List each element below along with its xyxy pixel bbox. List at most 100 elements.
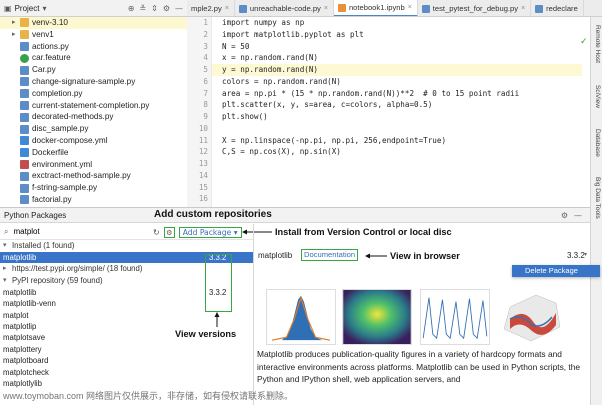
tree-item[interactable]: Dockerfile bbox=[0, 147, 187, 159]
locate-icon[interactable]: ⊕ bbox=[128, 4, 135, 13]
inspection-ok-icon[interactable]: ✓ bbox=[580, 37, 588, 47]
package-detail-version[interactable]: 3.3.2 bbox=[567, 251, 585, 260]
chevron-right-icon[interactable]: ▸ bbox=[12, 17, 20, 29]
file-icon bbox=[421, 4, 430, 13]
project-title[interactable]: Project bbox=[15, 4, 40, 13]
chevron-down-icon[interactable]: ▾ bbox=[3, 275, 12, 287]
annotation-arrow-install bbox=[242, 229, 272, 235]
gear-icon[interactable]: ⚙ bbox=[163, 4, 170, 13]
tree-item[interactable]: exctract-method-sample.py bbox=[0, 170, 187, 182]
editor-tab[interactable]: redeclare bbox=[531, 0, 584, 16]
tree-item[interactable]: environment.yml bbox=[0, 159, 187, 171]
code-line[interactable]: 14 bbox=[199, 170, 582, 182]
close-icon[interactable]: × bbox=[324, 0, 328, 16]
editor-tab[interactable]: notebook1.ipynb × bbox=[333, 0, 418, 16]
package-group-header[interactable]: ▾ Installed (1 found) bbox=[0, 240, 253, 252]
tree-item[interactable]: factorial.py bbox=[0, 194, 187, 206]
tree-item[interactable]: actions.py bbox=[0, 41, 187, 53]
tree-item[interactable]: ▸ venv1 bbox=[0, 29, 187, 41]
tree-item[interactable]: change-signature-sample.py bbox=[0, 76, 187, 88]
package-row[interactable]: matplottery bbox=[0, 344, 253, 355]
tree-item[interactable]: current-statement-completion.py bbox=[0, 100, 187, 112]
manage-repositories-gear-icon[interactable]: ⚙ bbox=[163, 227, 175, 238]
file-icon bbox=[20, 183, 29, 193]
editor-tab[interactable]: test_pytest_for_debug.py × bbox=[418, 0, 532, 16]
tree-item-label: Car.py bbox=[32, 65, 56, 75]
code-line[interactable]: 1 import numpy as np bbox=[203, 17, 582, 29]
chevron-down-icon[interactable]: ▾ bbox=[584, 251, 587, 258]
package-search-input[interactable] bbox=[13, 227, 134, 236]
tree-item[interactable]: decorated-methods.py bbox=[0, 111, 187, 123]
chevron-down-icon[interactable]: ▾ bbox=[3, 240, 12, 252]
gear-icon[interactable]: ⚙ bbox=[561, 211, 568, 220]
refresh-icon[interactable]: ↻ bbox=[153, 228, 160, 237]
line-number: 11 bbox=[198, 135, 208, 145]
tree-item-label: completion.py bbox=[32, 88, 83, 98]
code-line[interactable]: 4 x = np.random.rand(N) bbox=[203, 52, 582, 64]
chevron-right-icon[interactable]: ▸ bbox=[3, 263, 12, 275]
code-line[interactable]: 8 plt.scatter(x, y, s=area, c=colors, alp… bbox=[203, 99, 582, 111]
tab-label: mple2.py bbox=[191, 4, 222, 13]
tree-item[interactable]: f-string-sample.py bbox=[0, 182, 187, 194]
tool-window-button[interactable]: Database bbox=[594, 129, 601, 157]
tree-item[interactable]: disc_sample.py bbox=[0, 123, 187, 135]
chevron-down-icon[interactable]: ▾ bbox=[42, 4, 46, 13]
code-line[interactable]: 3 N = 50 bbox=[203, 41, 582, 53]
code-line[interactable]: 10 bbox=[199, 123, 582, 135]
line-number: 8 bbox=[203, 100, 208, 110]
code-line[interactable]: 16 bbox=[199, 193, 582, 205]
tree-item[interactable]: docker-compose.yml bbox=[0, 135, 187, 147]
package-row[interactable]: matplotcheck bbox=[0, 367, 253, 378]
expand-all-icon[interactable]: ≚ bbox=[139, 4, 146, 13]
code-line[interactable]: 9 plt.show() bbox=[203, 111, 582, 123]
package-group-label: Installed (1 found) bbox=[12, 241, 75, 250]
editor-tab[interactable]: unreachable-code.py × bbox=[235, 0, 334, 16]
file-icon bbox=[535, 4, 544, 13]
tree-item[interactable]: Car.py bbox=[0, 64, 187, 76]
folder-icon: ▣ bbox=[4, 3, 12, 13]
tree-item[interactable]: car.feature bbox=[0, 52, 187, 64]
collapse-all-icon[interactable]: ⇕ bbox=[151, 4, 158, 13]
package-name: matplotsave bbox=[3, 333, 46, 343]
tree-item[interactable]: completion.py bbox=[0, 88, 187, 100]
tree-item[interactable]: ▸ venv-3.10 bbox=[0, 17, 187, 29]
add-package-button[interactable]: Add Package ▾ bbox=[178, 227, 242, 238]
hide-icon[interactable]: — bbox=[175, 4, 183, 13]
code-line[interactable]: 12 C,S = np.cos(X), np.sin(X) bbox=[199, 146, 582, 158]
package-detail-name: matplotlib bbox=[258, 251, 293, 260]
documentation-link[interactable]: Documentation bbox=[301, 249, 359, 261]
versions-highlight-box bbox=[205, 254, 232, 312]
code-text: import numpy as np bbox=[222, 18, 305, 27]
chevron-right-icon[interactable]: ▸ bbox=[12, 29, 20, 41]
close-icon[interactable]: × bbox=[408, 0, 412, 16]
code-line[interactable]: 5 y = np.random.rand(N) bbox=[203, 64, 582, 76]
code-line[interactable]: 6 colors = np.random.rand(N) bbox=[203, 76, 582, 88]
code-line[interactable]: 13 bbox=[199, 158, 582, 170]
file-icon bbox=[20, 124, 29, 134]
editor-tab[interactable]: mple2.py × bbox=[187, 0, 235, 16]
package-name: matplotlip bbox=[3, 321, 37, 331]
close-icon[interactable]: × bbox=[225, 0, 229, 16]
annotation-arrow-browser bbox=[365, 253, 387, 259]
code-editor[interactable]: 1 import numpy as np 2 import matplotlib.py… bbox=[199, 17, 582, 207]
tool-window-button[interactable]: Remote Host bbox=[594, 25, 601, 63]
annotation-install-from-vcs: Install from Version Control or local di… bbox=[275, 227, 452, 237]
file-icon bbox=[20, 112, 29, 122]
code-line[interactable]: 2 import matplotlib.pyplot as plt bbox=[203, 29, 582, 41]
delete-package-menu-item[interactable]: Delete Package bbox=[512, 265, 600, 277]
annotation-arrow-versions bbox=[214, 312, 220, 327]
package-toolbar: ↻ ⚙ Add Package ▾ bbox=[153, 227, 242, 238]
code-text: X = np.linspace(-np.pi, np.pi, 256,endpo… bbox=[222, 135, 447, 145]
code-line[interactable]: 7 area = np.pi * (15 * np.random.rand(N))… bbox=[203, 88, 582, 100]
project-toolwindow-header: ▣ Project ▾ ⊕ ≚ ⇕ ⚙ — bbox=[0, 0, 187, 17]
code-line[interactable]: 15 bbox=[199, 182, 582, 194]
package-name: matplotcheck bbox=[3, 367, 49, 377]
tool-window-button[interactable]: SciView bbox=[594, 85, 601, 108]
hide-icon[interactable]: — bbox=[574, 211, 582, 220]
tool-window-button[interactable]: Big Data Tools bbox=[594, 177, 601, 219]
python-packages-title: Python Packages bbox=[4, 210, 67, 220]
code-line[interactable]: 11 X = np.linspace(-np.pi, np.pi, 256,end… bbox=[199, 135, 582, 147]
add-package-label: Add Package bbox=[182, 228, 232, 237]
package-row[interactable]: matplotboard bbox=[0, 355, 253, 366]
close-icon[interactable]: × bbox=[521, 0, 525, 16]
